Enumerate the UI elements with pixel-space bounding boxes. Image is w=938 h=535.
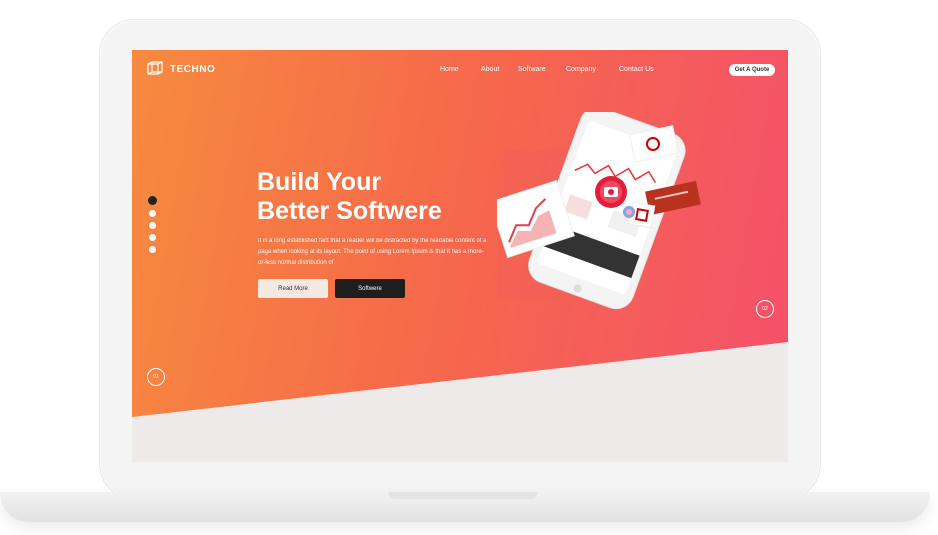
nav-home[interactable]: Home: [440, 66, 481, 73]
slider-dot[interactable]: [149, 222, 156, 229]
nav-software[interactable]: Software: [518, 66, 566, 73]
website-screen: TECHNO Home About Software Company Conta…: [132, 50, 788, 462]
cube-outline-icon: [147, 61, 163, 75]
laptop-base: [0, 492, 930, 522]
hero-title-line-2: Better Softwere: [257, 197, 442, 225]
slider-dot[interactable]: [149, 210, 156, 217]
slider-dot[interactable]: [149, 234, 156, 241]
current-slide-indicator[interactable]: 01: [147, 368, 165, 386]
slider-dots: [148, 196, 157, 253]
next-slide-button[interactable]: 02: [756, 300, 774, 318]
get-a-quote-button[interactable]: Get A Quote: [729, 64, 775, 76]
laptop-notch: [388, 492, 538, 499]
main-nav: Home About Software Company Contact Us: [440, 66, 654, 73]
hero-title: Build Your Better Softwere: [257, 168, 517, 226]
phone-illustration: [497, 112, 701, 310]
brand-logo[interactable]: TECHNO: [146, 60, 215, 78]
slider-dot[interactable]: [149, 246, 156, 253]
nav-company[interactable]: Company: [566, 66, 619, 73]
nav-contact-us[interactable]: Contact Us: [619, 66, 654, 73]
nav-about[interactable]: About: [481, 66, 518, 73]
read-more-button[interactable]: Read More: [258, 279, 328, 298]
hero-title-line-1: Build Your: [257, 168, 382, 196]
brand-name: TECHNO: [170, 63, 216, 75]
software-button[interactable]: Softwere: [335, 279, 405, 298]
slider-dot-active[interactable]: [148, 196, 157, 205]
hero-description: It is a long established fact that a rea…: [258, 238, 487, 266]
